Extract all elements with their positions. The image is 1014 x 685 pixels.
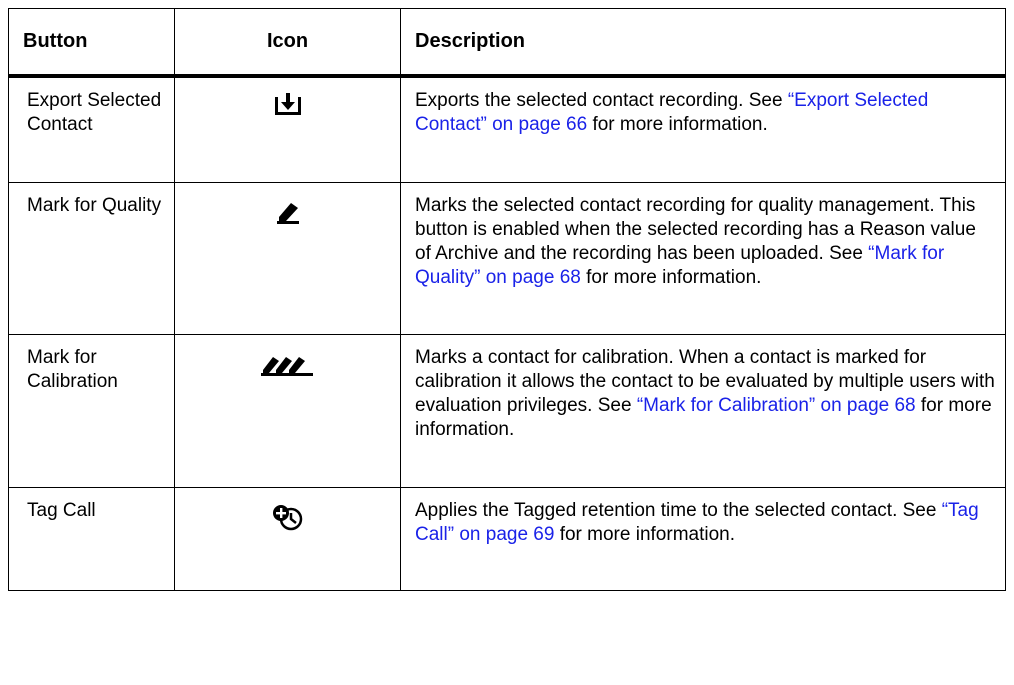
- description-text: Exports the selected contact recording. …: [415, 90, 788, 111]
- icon-cell: [174, 182, 401, 335]
- header-description: Description: [400, 8, 1006, 78]
- cross-reference-link[interactable]: “Mark for Calibration” on page 68: [637, 395, 916, 416]
- description-text: for more information.: [580, 267, 762, 288]
- description-cell: Applies the Tagged retention time to the…: [400, 487, 1006, 591]
- button-reference-table: Button Icon Description Export Selected …: [8, 8, 1006, 591]
- table-row: Mark for Quality Marks the selected cont…: [8, 182, 1006, 335]
- table-row: Export Selected Contact Exports the sele…: [8, 75, 1006, 183]
- description-text: for more information.: [587, 114, 768, 135]
- description-text: Applies the Tagged retention time to the…: [415, 500, 942, 521]
- button-name-cell: Mark for Quality: [8, 182, 175, 335]
- header-row: Button Icon Description: [8, 8, 1006, 78]
- button-name-cell: Tag Call: [8, 487, 175, 591]
- description-cell: Marks a contact for calibration. When a …: [400, 334, 1006, 488]
- table-row: Tag Call Applies the Tagged retention ti…: [8, 487, 1006, 591]
- tag-clock-icon: [272, 504, 304, 539]
- description-text: for more information.: [554, 524, 736, 545]
- icon-cell: [174, 487, 401, 591]
- description-cell: Marks the selected contact recording for…: [400, 182, 1006, 335]
- multi-pen-calibration-icon: [259, 353, 317, 384]
- button-name-cell: Mark for Calibration: [8, 334, 175, 488]
- icon-cell: [174, 334, 401, 488]
- button-name: Mark for Calibration: [27, 347, 118, 392]
- button-name: Tag Call: [27, 500, 96, 521]
- pen-mark-icon: [274, 199, 302, 232]
- table-header: Button Icon Description: [8, 8, 1006, 78]
- icon-cell: [174, 75, 401, 183]
- button-name: Export Selected Contact: [27, 90, 162, 135]
- export-download-icon: [273, 92, 303, 125]
- button-name-cell: Export Selected Contact: [8, 75, 175, 183]
- table-row: Mark for Calibration Marks a contact for…: [8, 334, 1006, 488]
- header-button: Button: [8, 8, 175, 78]
- description-cell: Exports the selected contact recording. …: [400, 75, 1006, 183]
- header-icon: Icon: [174, 8, 401, 78]
- button-name: Mark for Quality: [27, 195, 162, 216]
